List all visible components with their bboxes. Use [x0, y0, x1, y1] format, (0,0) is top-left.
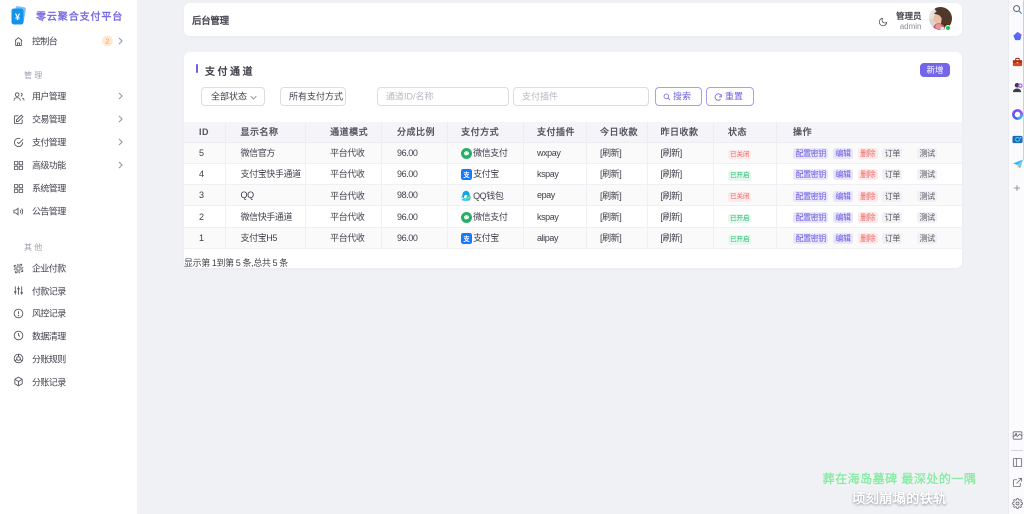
- svg-text:¥: ¥: [15, 12, 21, 23]
